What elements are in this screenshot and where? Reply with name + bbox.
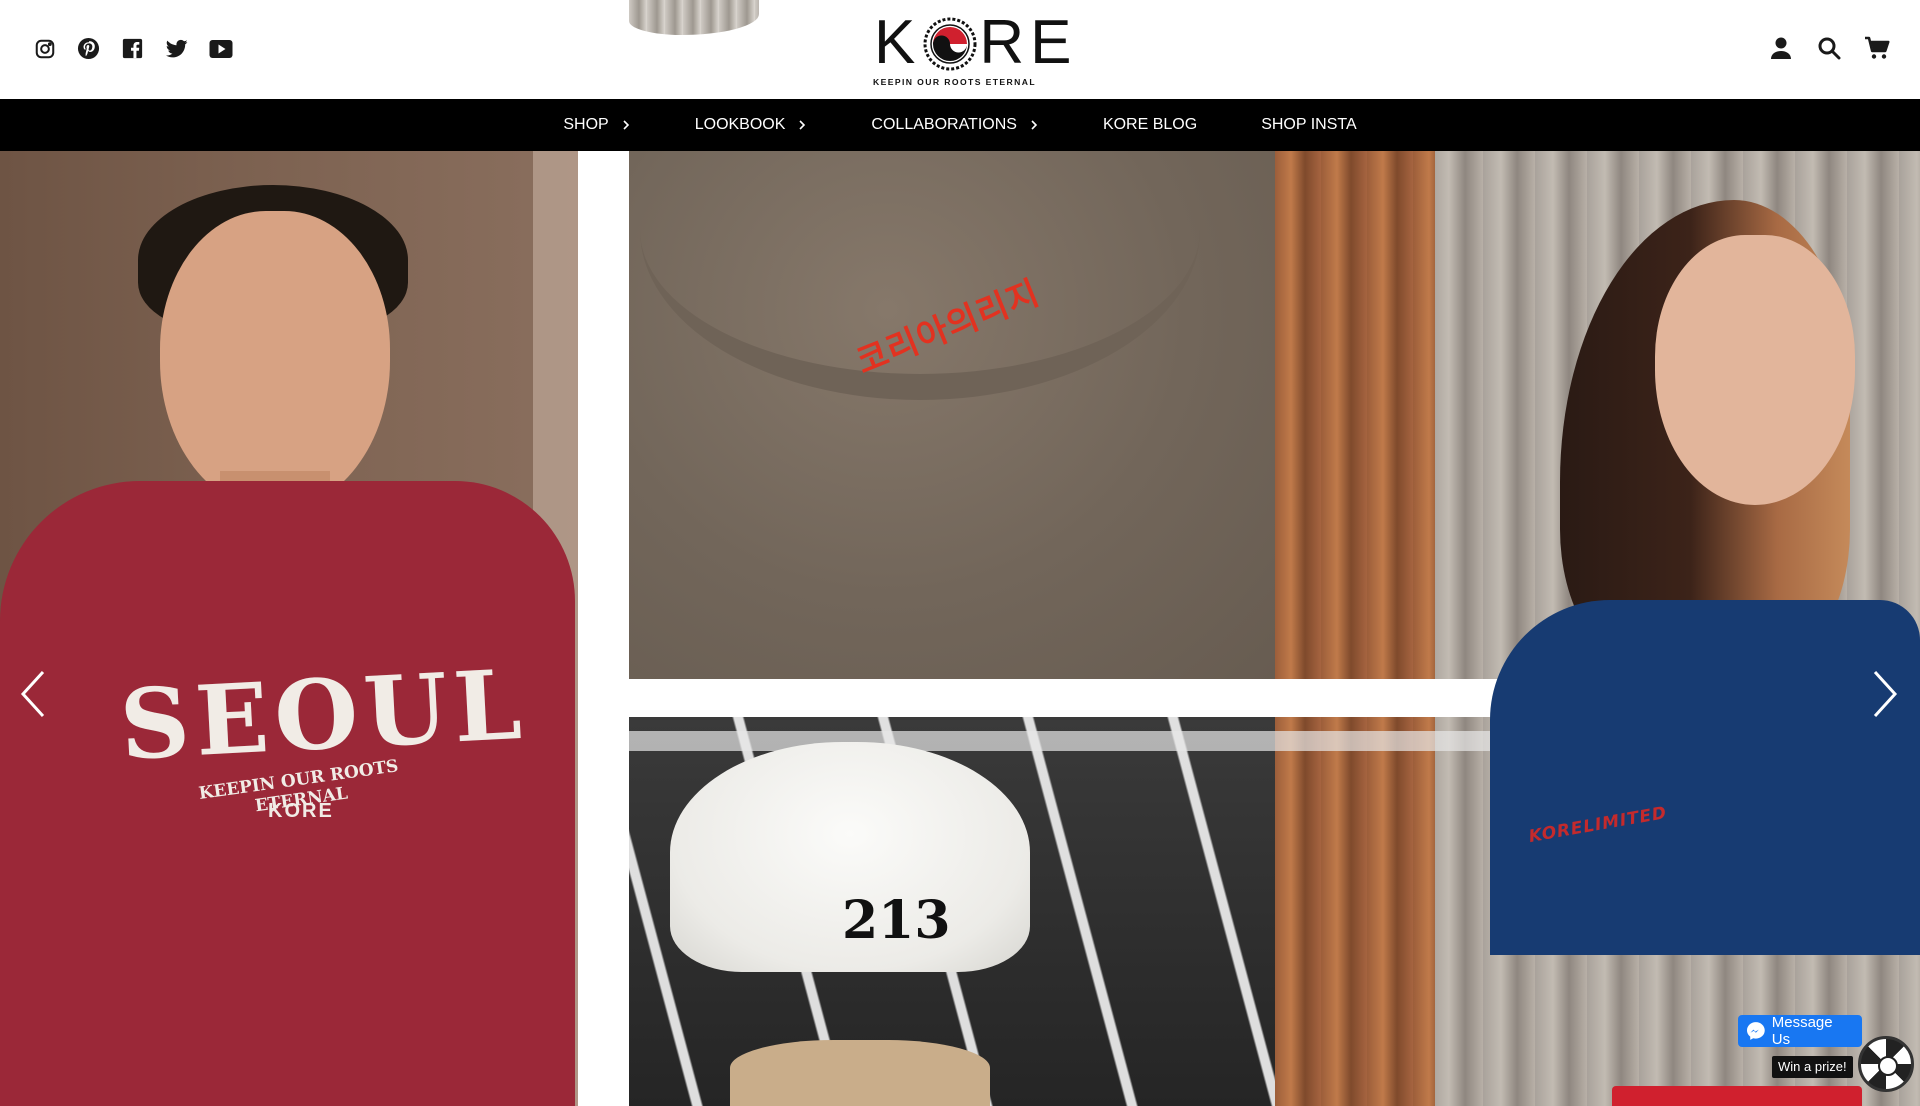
pinterest-icon[interactable] bbox=[76, 36, 101, 61]
tee-print-logo: KORE bbox=[268, 800, 334, 822]
nav-item-shop[interactable]: SHOP bbox=[563, 116, 630, 134]
win-prize-label[interactable]: Win a prize! bbox=[1772, 1056, 1853, 1078]
messenger-icon bbox=[1746, 1022, 1765, 1040]
prize-wheel-icon[interactable] bbox=[1858, 1036, 1914, 1092]
message-us-label: Message Us bbox=[1771, 1014, 1833, 1048]
shop-now-button[interactable] bbox=[1612, 1086, 1862, 1106]
twitter-icon[interactable] bbox=[164, 36, 189, 61]
slideshow-prev-button[interactable] bbox=[18, 668, 48, 720]
header-utilities bbox=[1768, 34, 1890, 62]
chevron-left-icon bbox=[20, 670, 45, 718]
model-hair-hat bbox=[730, 1040, 990, 1106]
model-face-woman bbox=[1655, 235, 1855, 505]
rusted-wall bbox=[1275, 151, 1435, 1106]
blue-tee bbox=[1490, 600, 1920, 955]
nav-item-label: SHOP INSTA bbox=[1261, 116, 1357, 133]
nav-item-label: SHOP bbox=[563, 116, 609, 133]
hat-print: 213 bbox=[842, 890, 951, 951]
facebook-icon[interactable] bbox=[120, 36, 145, 61]
cart-icon[interactable] bbox=[1864, 34, 1890, 62]
kore-homepage: K RE KEEPIN OUR ROOTS ETERNAL SHOP LOOKB… bbox=[0, 0, 1920, 1106]
youtube-icon[interactable] bbox=[208, 36, 233, 61]
nav-item-shop-insta[interactable]: SHOP INSTA bbox=[1261, 116, 1356, 134]
social-links bbox=[32, 36, 233, 61]
search-icon[interactable] bbox=[1816, 34, 1842, 62]
account-icon[interactable] bbox=[1768, 34, 1794, 62]
chevron-right-icon bbox=[1873, 670, 1898, 718]
slideshow-next-button[interactable] bbox=[1870, 668, 1900, 720]
chevron-right-icon bbox=[621, 120, 631, 130]
hero-image-model-seoul-tee[interactable] bbox=[0, 151, 578, 1106]
message-us-button[interactable]: Message Us bbox=[1738, 1014, 1862, 1048]
model-face bbox=[160, 211, 390, 511]
instagram-icon[interactable] bbox=[32, 36, 57, 61]
